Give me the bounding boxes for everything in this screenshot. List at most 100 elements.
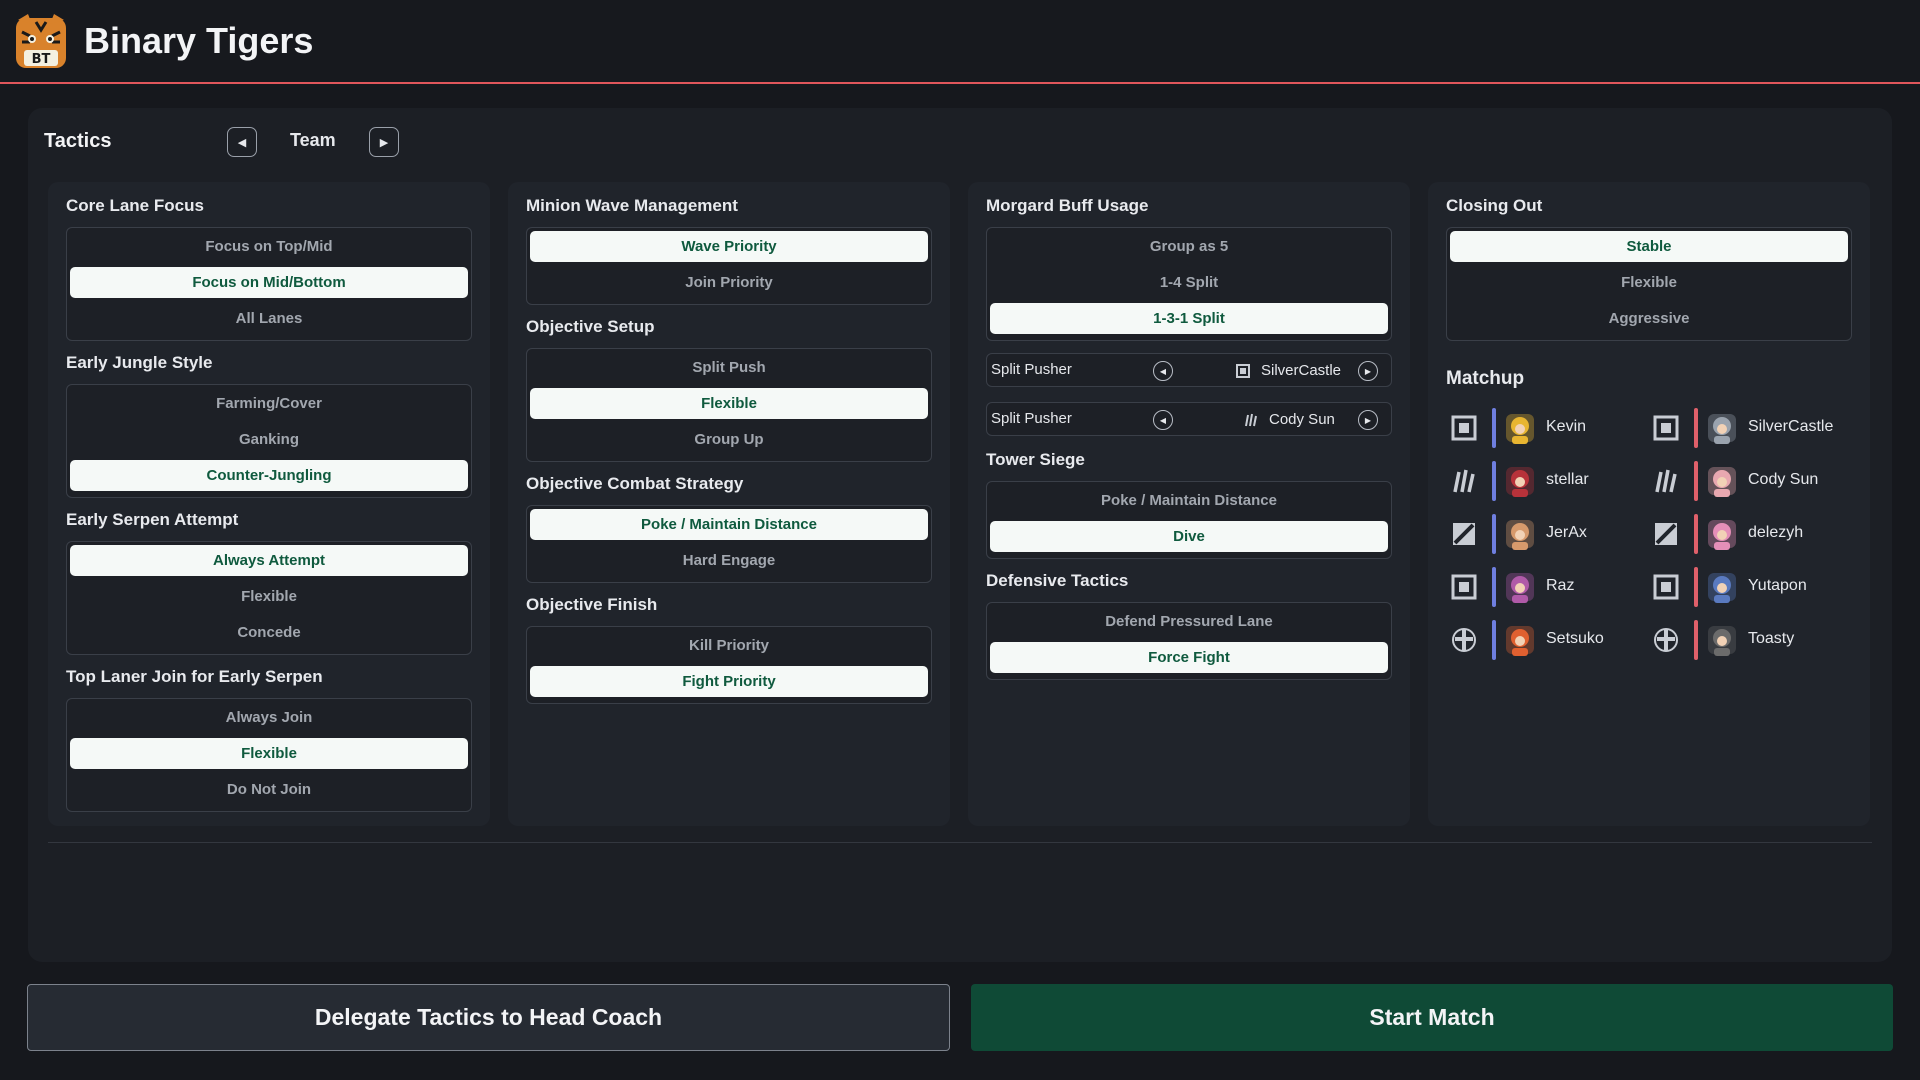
ally-player-row[interactable]: Setsuko (1450, 618, 1650, 662)
tactic-option[interactable]: Join Priority (530, 267, 928, 298)
tactic-option[interactable]: Ganking (70, 424, 468, 455)
cross-shield-icon (1452, 628, 1476, 652)
split-pusher-player: Cody Sun (1269, 411, 1335, 428)
tactic-option[interactable]: Wave Priority (530, 231, 928, 262)
player-name: JerAx (1546, 524, 1587, 541)
tactic-option[interactable]: All Lanes (70, 303, 468, 334)
section-title: Closing Out (1446, 196, 1543, 215)
tactic-option[interactable]: Split Push (530, 352, 928, 383)
tactic-option[interactable]: 1-4 Split (990, 267, 1388, 298)
lane-square-icon (1653, 574, 1679, 600)
section-title: Defensive Tactics (986, 571, 1129, 590)
svg-text:BT: BT (32, 52, 51, 67)
section-title: Early Serpen Attempt (66, 510, 239, 529)
section-title: Core Lane Focus (66, 196, 204, 215)
split-pusher-row: Split Pusher ◀ SilverCastle ▶ (986, 353, 1392, 387)
split-pusher-label: Split Pusher (991, 361, 1072, 378)
section-title: Tower Siege (986, 450, 1085, 469)
enemy-player-row[interactable]: Toasty (1652, 618, 1852, 662)
tactic-option[interactable]: Group as 5 (990, 231, 1388, 262)
player-name: Kevin (1546, 418, 1587, 435)
tactic-option[interactable]: Force Fight (990, 642, 1388, 673)
delegate-tactics-button[interactable]: Delegate Tactics to Head Coach (27, 984, 950, 1051)
ally-team-bar (1492, 567, 1496, 607)
enemy-player-row[interactable]: delezyh (1652, 512, 1852, 556)
tiger-logo: BT (16, 14, 66, 68)
tactic-option[interactable]: Flexible (70, 581, 468, 612)
ally-team-bar (1492, 620, 1496, 660)
split-pusher-prev-button[interactable]: ◀ (1153, 410, 1173, 430)
tactic-option[interactable]: Flexible (70, 738, 468, 769)
player-name: Setsuko (1546, 630, 1604, 647)
tactic-option[interactable]: Focus on Top/Mid (70, 231, 468, 262)
start-match-button[interactable]: Start Match (971, 984, 1893, 1051)
split-pusher-prev-button[interactable]: ◀ (1153, 361, 1173, 381)
player-name: Yutapon (1748, 577, 1807, 594)
tactic-option[interactable]: Always Join (70, 702, 468, 733)
tactic-option[interactable]: Kill Priority (530, 630, 928, 661)
next-mode-button[interactable]: ▶ (369, 127, 399, 157)
slash-icon (1655, 523, 1677, 545)
tactic-option[interactable]: 1-3-1 Split (990, 303, 1388, 334)
player-avatar (1506, 467, 1534, 497)
player-avatar (1708, 573, 1736, 603)
tactic-option[interactable]: Flexible (1450, 267, 1848, 298)
tactic-option[interactable]: Poke / Maintain Distance (990, 485, 1388, 516)
section-title: Objective Combat Strategy (526, 474, 744, 493)
ally-player-row[interactable]: Kevin (1450, 406, 1650, 450)
chevron-left-icon: ◀ (1159, 415, 1167, 425)
player-name: Cody Sun (1748, 471, 1819, 488)
split-pusher-next-button[interactable]: ▶ (1358, 410, 1378, 430)
tactic-option[interactable]: Stable (1450, 231, 1848, 262)
enemy-player-row[interactable]: Cody Sun (1652, 459, 1852, 503)
lane-square-icon (1451, 574, 1477, 600)
ally-team-bar (1492, 408, 1496, 448)
chevron-right-icon: ▶ (379, 136, 389, 149)
split-pusher-next-button[interactable]: ▶ (1358, 361, 1378, 381)
player-avatar (1506, 520, 1534, 550)
chevron-left-icon: ◀ (237, 136, 247, 149)
split-pusher-player: SilverCastle (1261, 362, 1342, 379)
option-group: Always Attempt Flexible Concede (66, 541, 472, 655)
ally-player-row[interactable]: stellar (1450, 459, 1650, 503)
tactic-option[interactable]: Concede (70, 617, 468, 648)
tactic-option[interactable]: Dive (990, 521, 1388, 552)
ally-player-row[interactable]: JerAx (1450, 512, 1650, 556)
tactic-option[interactable]: Farming/Cover (70, 388, 468, 419)
matchup-title: Matchup (1446, 368, 1525, 389)
player-avatar (1708, 520, 1736, 550)
chevron-right-icon: ▶ (1364, 366, 1372, 376)
claw-icon (1453, 469, 1475, 493)
split-pusher-row: Split Pusher ◀ Cody Sun ▶ (986, 402, 1392, 436)
enemy-player-row[interactable]: Yutapon (1652, 565, 1852, 609)
option-group: Group as 5 1-4 Split 1-3-1 Split (986, 227, 1392, 341)
tactic-option[interactable]: Always Attempt (70, 545, 468, 576)
enemy-team-bar (1694, 461, 1698, 501)
section-title: Objective Setup (526, 317, 655, 336)
ally-team-bar (1492, 514, 1496, 554)
tactic-option[interactable]: Flexible (530, 388, 928, 419)
app-title: Binary Tigers (84, 20, 314, 61)
tactic-option[interactable]: Defend Pressured Lane (990, 606, 1388, 637)
ally-team-bar (1492, 461, 1496, 501)
section-title: Minion Wave Management (526, 196, 738, 215)
tactic-option[interactable]: Aggressive (1450, 303, 1848, 334)
tactic-option[interactable]: Fight Priority (530, 666, 928, 697)
player-avatar (1708, 626, 1736, 656)
ally-player-row[interactable]: Raz (1450, 565, 1650, 609)
tactic-option[interactable]: Group Up (530, 424, 928, 455)
chevron-right-icon: ▶ (1364, 415, 1372, 425)
enemy-team-bar (1694, 567, 1698, 607)
player-name: Raz (1546, 577, 1575, 594)
tactic-option[interactable]: Counter-Jungling (70, 460, 468, 491)
tactic-option[interactable]: Hard Engage (530, 545, 928, 576)
tactic-option[interactable]: Focus on Mid/Bottom (70, 267, 468, 298)
enemy-team-bar (1694, 514, 1698, 554)
claw-icon (1655, 469, 1677, 493)
tactic-option[interactable]: Do Not Join (70, 774, 468, 805)
tactic-option[interactable]: Poke / Maintain Distance (530, 509, 928, 540)
option-group: Defend Pressured Lane Force Fight (986, 602, 1392, 680)
section-title: Top Laner Join for Early Serpen (66, 667, 323, 686)
enemy-player-row[interactable]: SilverCastle (1652, 406, 1852, 450)
prev-mode-button[interactable]: ◀ (227, 127, 257, 157)
